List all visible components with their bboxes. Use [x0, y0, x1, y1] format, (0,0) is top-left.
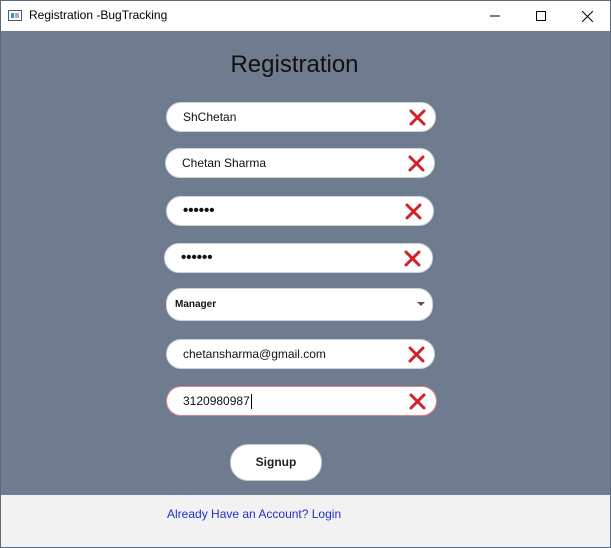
- confirm-password-value: ••••••: [181, 249, 213, 266]
- confirm-password-field[interactable]: ••••••: [164, 243, 433, 273]
- password-field[interactable]: ••••••: [166, 196, 434, 226]
- close-icon: [581, 10, 593, 22]
- maximize-icon: [536, 11, 546, 21]
- password-value: ••••••: [183, 202, 215, 219]
- clear-phone-icon[interactable]: [409, 393, 426, 410]
- full-name-field[interactable]: Chetan Sharma: [165, 148, 435, 178]
- close-window-button[interactable]: [564, 1, 610, 31]
- username-value: ShChetan: [183, 110, 237, 124]
- phone-value: 3120980987: [183, 394, 250, 408]
- title-bar: Registration -BugTracking: [1, 1, 610, 31]
- role-select[interactable]: Manager: [166, 288, 433, 321]
- phone-value-wrapper: 3120980987: [183, 387, 252, 415]
- role-selected-value: Manager: [175, 299, 217, 310]
- clear-confirm-password-icon[interactable]: [404, 250, 421, 267]
- phone-field[interactable]: 3120980987: [166, 386, 437, 416]
- maximize-button[interactable]: [518, 1, 564, 31]
- minimize-icon: [490, 15, 500, 17]
- registration-window: Registration -BugTracking Registration S…: [0, 0, 611, 548]
- window-title: Registration -BugTracking: [29, 8, 168, 22]
- login-link[interactable]: Already Have an Account? Login: [167, 507, 341, 521]
- registration-form: Registration ShChetan Chetan Sharma ••••…: [1, 31, 610, 495]
- full-name-value: Chetan Sharma: [182, 156, 267, 170]
- clear-username-icon[interactable]: [409, 109, 426, 126]
- email-field[interactable]: chetansharma@gmail.com: [166, 339, 435, 369]
- clear-email-icon[interactable]: [408, 346, 425, 363]
- clear-password-icon[interactable]: [405, 203, 422, 220]
- minimize-button[interactable]: [472, 1, 518, 31]
- chevron-down-icon: [417, 302, 425, 306]
- app-icon: [8, 10, 22, 21]
- text-caret: [250, 394, 252, 410]
- clear-full-name-icon[interactable]: [408, 155, 425, 172]
- signup-button[interactable]: Signup: [230, 444, 322, 481]
- footer: Already Have an Account? Login: [1, 495, 610, 547]
- email-value: chetansharma@gmail.com: [183, 347, 326, 361]
- username-field[interactable]: ShChetan: [166, 102, 436, 132]
- page-title: Registration: [230, 51, 359, 78]
